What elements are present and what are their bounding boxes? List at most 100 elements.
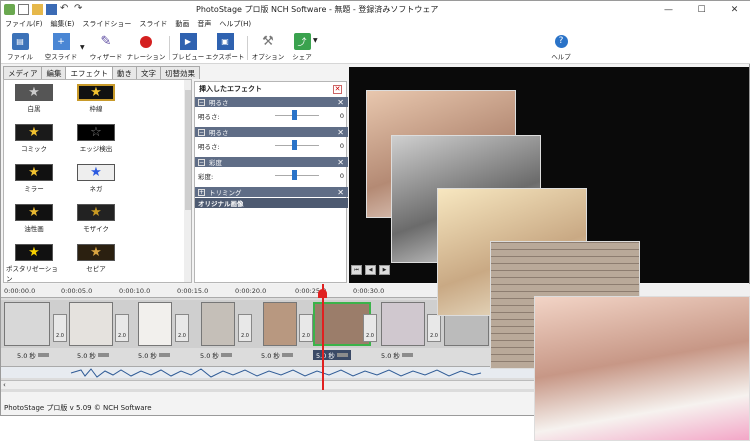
first-frame-icon[interactable]: ⏮ <box>351 265 362 275</box>
remove-effect-icon[interactable]: ✕ <box>337 128 344 137</box>
slide-clip[interactable] <box>69 302 113 346</box>
effect-posterize[interactable]: ★ ポスタリゼーション <box>6 244 62 282</box>
chevron-down-icon[interactable]: ▼ <box>80 44 85 51</box>
maximize-button[interactable]: ☐ <box>685 1 718 18</box>
remove-effect-icon[interactable]: ✕ <box>337 98 344 107</box>
export-button[interactable]: ▣ エクスポート <box>206 33 244 61</box>
menu-edit[interactable]: 編集(E) <box>51 19 75 29</box>
playhead-line[interactable] <box>322 284 324 390</box>
transition-marker[interactable]: 2.0 <box>115 314 129 342</box>
main-toolbar: ▤ ファイル + 空スライド ▼ ✎ ウィザード ナレーション ▶ プレビュー … <box>1 30 750 64</box>
transition-marker[interactable]: 2.0 <box>175 314 189 342</box>
saturation-slider-knob[interactable] <box>292 170 297 180</box>
redo-icon[interactable]: ↷ <box>74 4 85 15</box>
help-button[interactable]: ? ヘルプ <box>544 33 578 61</box>
slide-duration[interactable]: 5.0 秒 <box>261 350 293 360</box>
save-icon[interactable] <box>46 4 57 15</box>
tab-effects[interactable]: エフェクト <box>65 66 113 80</box>
oil-star-icon: ★ <box>15 204 53 221</box>
tab-text[interactable]: 文字 <box>135 66 161 79</box>
wizard-button[interactable]: ✎ ウィザード <box>89 33 123 61</box>
new-icon[interactable] <box>18 4 29 15</box>
close-button[interactable]: ✕ <box>718 1 750 18</box>
effect-mosaic[interactable]: ★ モザイク <box>68 204 124 233</box>
remove-all-effects-icon[interactable]: ✕ <box>333 85 342 94</box>
slide-clip[interactable] <box>263 302 297 346</box>
preview-photo-final <box>534 296 750 441</box>
effect-black-white[interactable]: ★ 白黒 <box>6 84 62 113</box>
scroll-left-icon[interactable]: ‹ <box>3 381 6 389</box>
brightness-slider-knob[interactable] <box>292 110 297 120</box>
tab-transitions[interactable]: 切替効果 <box>159 66 200 79</box>
border-star-icon: ★ <box>77 84 115 101</box>
transition-marker[interactable]: 2.0 <box>299 314 313 342</box>
previous-frame-icon[interactable]: ◀ <box>365 265 376 275</box>
saturation-slider-track[interactable] <box>275 175 319 176</box>
file-button[interactable]: ▤ ファイル <box>3 33 37 61</box>
slide-clip[interactable] <box>138 302 172 346</box>
tab-edit[interactable]: 編集 <box>41 66 67 79</box>
effect-oil-paint[interactable]: ★ 油性画 <box>6 204 62 233</box>
scrollbar-thumb[interactable] <box>185 90 191 210</box>
menu-slide[interactable]: スライド <box>139 19 167 29</box>
duration-bar <box>158 353 170 357</box>
menu-video[interactable]: 動画 <box>175 19 189 29</box>
collapse-icon[interactable]: − <box>198 98 205 106</box>
slide-duration[interactable]: 5.0 秒 <box>381 350 413 360</box>
transition-marker[interactable]: 2.0 <box>238 314 252 342</box>
effect-section-brightness[interactable]: − 明るさ ✕ <box>195 97 348 107</box>
effect-section-trimming[interactable]: + トリミング ✕ <box>195 187 348 197</box>
options-button[interactable]: ⚒ オプション <box>251 33 285 61</box>
remove-effect-icon[interactable]: ✕ <box>337 188 344 197</box>
effects-scrollbar[interactable] <box>184 80 191 282</box>
effect-sepia[interactable]: ★ セピア <box>68 244 124 273</box>
transition-marker[interactable]: 2.0 <box>53 314 67 342</box>
narration-button[interactable]: ナレーション <box>125 33 167 61</box>
effect-negative[interactable]: ★ ネガ <box>68 164 124 193</box>
slide-clip[interactable] <box>381 302 425 346</box>
slide-duration-selected[interactable]: 5.0 秒 <box>313 350 351 360</box>
collapse-icon[interactable]: − <box>198 158 205 166</box>
menu-audio[interactable]: 音声 <box>197 19 211 29</box>
collapse-icon[interactable]: − <box>198 128 205 136</box>
effect-border[interactable]: ★ 枠線 <box>68 84 124 113</box>
slide-clip[interactable] <box>201 302 235 346</box>
slide-duration[interactable]: 5.0 秒 <box>138 350 170 360</box>
inserted-effects-panel: 挿入したエフェクト ✕ − 明るさ ✕ 明るさ: 0 − 明るさ ✕ 明るさ: … <box>194 81 348 283</box>
add-blank-slide-button[interactable]: + 空スライド <box>41 33 81 61</box>
undo-icon[interactable]: ↶ <box>60 4 71 15</box>
slide-duration[interactable]: 5.0 秒 <box>77 350 109 360</box>
effect-comic[interactable]: ★ コミック <box>6 124 62 153</box>
slide-duration[interactable]: 5.0 秒 <box>200 350 232 360</box>
effect-section-saturation[interactable]: − 彩度 ✕ <box>195 157 348 167</box>
duration-bar <box>336 353 348 357</box>
edge-star-icon: ☆ <box>77 124 115 141</box>
effect-edge-detect[interactable]: ☆ エッジ検出 <box>68 124 124 153</box>
open-icon[interactable] <box>32 4 43 15</box>
menu-help[interactable]: ヘルプ(H) <box>219 19 251 29</box>
effect-section-brightness-2[interactable]: − 明るさ ✕ <box>195 127 348 137</box>
slide-clip[interactable] <box>4 302 50 346</box>
expand-icon[interactable]: + <box>198 188 205 196</box>
title-bar: ↶ ↷ PhotoStage プロ版 NCH Software - 無題 - 登… <box>1 1 750 18</box>
tab-motion[interactable]: 動き <box>111 66 137 79</box>
menu-file[interactable]: ファイル(F) <box>5 19 43 29</box>
preview-button[interactable]: ▶ プレビュー <box>171 33 205 61</box>
effects-list: ★ 白黒 ★ 枠線 ★ コミック ☆ エッジ検出 ★ ミラー ★ ネガ ★ 油性… <box>3 79 192 283</box>
transition-marker[interactable]: 2.0 <box>427 314 441 342</box>
transition-marker[interactable]: 2.0 <box>363 314 377 342</box>
slide-duration[interactable]: 5.0 秒 <box>17 350 49 360</box>
remove-effect-icon[interactable]: ✕ <box>337 158 344 167</box>
posterize-star-icon: ★ <box>15 244 53 261</box>
original-image-row[interactable]: オリジナル画像 <box>195 198 348 208</box>
brightness-slider-track[interactable] <box>275 115 319 116</box>
brightness-slider-track[interactable] <box>275 145 319 146</box>
menu-slideshow[interactable]: スライドショー <box>82 19 131 29</box>
chevron-down-icon[interactable]: ▼ <box>313 37 318 44</box>
tab-media[interactable]: メディア <box>3 66 43 79</box>
effect-mirror[interactable]: ★ ミラー <box>6 164 62 193</box>
play-icon[interactable]: ▶ <box>379 265 390 275</box>
minimize-button[interactable]: — <box>652 1 685 18</box>
brightness-slider-knob[interactable] <box>292 140 297 150</box>
sepia-star-icon: ★ <box>77 244 115 261</box>
